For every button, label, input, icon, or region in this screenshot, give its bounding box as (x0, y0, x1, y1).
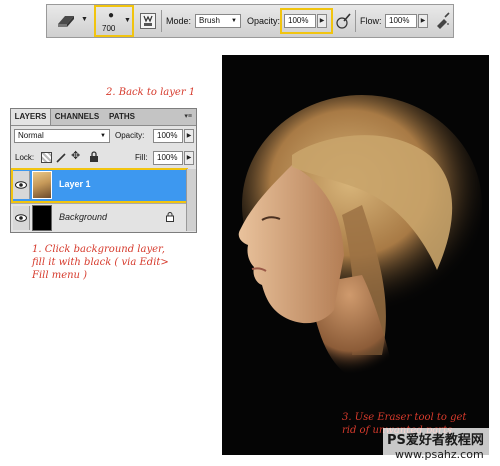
fill-label: Fill: (135, 153, 148, 162)
woman-profile-photo (238, 95, 482, 375)
lock-position-icon[interactable]: ✥ (71, 149, 80, 162)
separator (161, 10, 162, 32)
watermark: PS爱好者教程网 www.psahz.com (383, 428, 498, 464)
flow-label: Flow: (360, 16, 382, 26)
mode-select[interactable]: Brush ▼ (195, 14, 241, 28)
eye-icon (15, 214, 27, 222)
brush-size-value: 700 (102, 24, 116, 33)
layer-1-highlight (11, 168, 188, 203)
lock-all-icon[interactable] (89, 151, 99, 162)
brush-preset-picker[interactable]: ● 700 ▼ (94, 5, 134, 37)
panel-scrollbar[interactable] (186, 169, 196, 231)
annotation-step-1-line-2: fill it with black ( via Edit> (32, 257, 169, 268)
brush-panel-icon (143, 15, 153, 26)
fill-slider-button[interactable]: ▶ (184, 151, 194, 165)
opacity-input[interactable]: 100% (284, 14, 316, 28)
layer-opacity-slider-button[interactable]: ▶ (184, 129, 194, 143)
panel-tabs: LAYERS CHANNELS PATHS ▾≡ (11, 109, 196, 126)
annotation-step-1-line-1: 1. Click background layer, (32, 244, 165, 255)
tab-channels[interactable]: CHANNELS (51, 109, 103, 125)
chevron-down-icon: ▼ (231, 18, 237, 24)
watermark-line-2: www.psahz.com (395, 448, 484, 461)
layer-opacity-input[interactable]: 100% (153, 129, 183, 143)
flow-value: 100% (389, 16, 410, 25)
flow-slider-button[interactable]: ▶ (418, 14, 428, 28)
fill-input[interactable]: 100% (153, 151, 183, 165)
lock-pixels-icon[interactable] (56, 152, 67, 163)
airbrush-icon (437, 12, 450, 29)
airbrush-button[interactable] (435, 12, 451, 30)
separator (355, 10, 356, 32)
opacity-value: 100% (288, 16, 309, 25)
fill-value: 100% (157, 153, 178, 162)
chevron-down-icon: ▼ (81, 16, 88, 23)
annotation-step-1-line-3: Fill menu ) (32, 270, 88, 281)
watermark-line-1: PS爱好者教程网 (387, 433, 484, 448)
brush-panel-button[interactable] (140, 13, 156, 29)
layer-opacity-label: Opacity: (115, 131, 145, 140)
eraser-tool-button[interactable]: ▼ (55, 11, 88, 31)
pressure-opacity-button[interactable] (335, 12, 351, 30)
flow-input[interactable]: 100% (385, 14, 417, 28)
mode-label: Mode: (166, 16, 192, 26)
lock-label: Lock: (15, 153, 35, 162)
panel-menu-icon[interactable]: ▾≡ (184, 112, 192, 120)
lock-transparency-icon[interactable] (41, 152, 52, 163)
visibility-toggle[interactable] (13, 206, 30, 230)
background-thumbnail (32, 205, 52, 231)
layer-row-background[interactable]: Background (11, 203, 186, 232)
layers-panel: LAYERS CHANNELS PATHS ▾≡ Normal ▼ Opacit… (10, 108, 197, 233)
blend-mode-select[interactable]: Normal ▼ (14, 129, 110, 143)
opacity-label: Opacity: (247, 16, 281, 26)
blend-mode-value: Normal (18, 131, 44, 140)
tab-layers[interactable]: LAYERS (11, 109, 51, 125)
chevron-down-icon: ▼ (100, 133, 106, 139)
opacity-slider-button[interactable]: ▶ (317, 14, 327, 28)
chevron-down-icon: ▼ (124, 17, 131, 24)
layer-opacity-value: 100% (157, 131, 178, 140)
annotation-step-2: 2. Back to layer 1 (106, 87, 196, 98)
annotation-step-1: 1. Click background layer, fill it with … (32, 243, 169, 282)
brush-preset-icon: ● (108, 10, 115, 21)
mode-value: Brush (199, 16, 220, 25)
annotation-step-3-line-1: 3. Use Eraser tool to get (342, 412, 467, 423)
options-toolbar: ▼ ● 700 ▼ Mode: Brush ▼ Opacity: 100% ▶ … (46, 4, 454, 38)
pressure-opacity-icon (336, 13, 351, 29)
eraser-icon (58, 16, 74, 27)
tab-paths[interactable]: PATHS (103, 109, 141, 125)
canvas-image[interactable]: 3. Use Eraser tool to get rid of unwante… (222, 55, 489, 455)
lock-icon (166, 212, 174, 222)
background-layer-name: Background (59, 212, 108, 222)
